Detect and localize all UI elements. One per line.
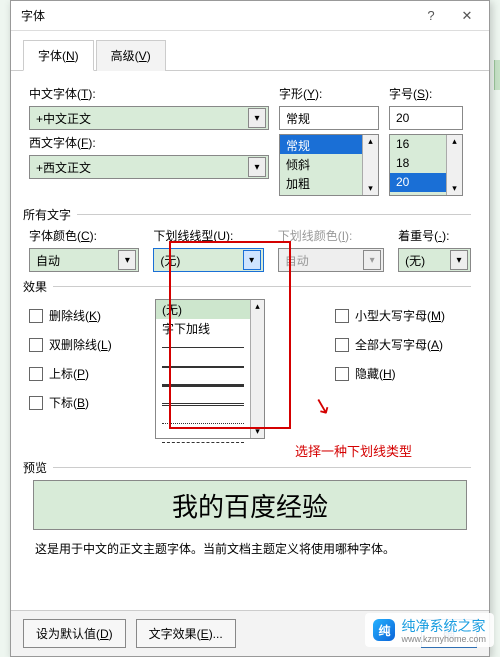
font-size-value: 20 xyxy=(396,111,409,125)
chevron-down-icon: ▾ xyxy=(118,250,136,270)
font-size-input[interactable]: 20 xyxy=(389,106,463,130)
font-color-combo[interactable]: 自动 ▾ xyxy=(29,248,139,272)
list-item[interactable] xyxy=(156,376,264,395)
strike-checkbox[interactable]: 删除线(K) xyxy=(29,307,155,324)
scrollbar[interactable]: ▴▾ xyxy=(446,135,462,195)
dialog-title: 字体 xyxy=(21,7,45,24)
western-font-combo[interactable]: +西文正文 ▾ xyxy=(29,155,269,179)
list-item[interactable]: (无) xyxy=(156,300,264,319)
preview-section-label: 预览 xyxy=(23,459,47,476)
smallcaps-checkbox[interactable]: 小型大写字母(M) xyxy=(335,307,445,324)
list-item[interactable] xyxy=(156,338,264,357)
western-font-label: 西文字体(F): xyxy=(29,134,269,151)
tab-strip: 字体(N) 高级(V) xyxy=(11,31,489,71)
hidden-checkbox[interactable]: 隐藏(H) xyxy=(335,365,445,382)
list-item[interactable] xyxy=(156,414,264,433)
chevron-down-icon: ▾ xyxy=(450,250,468,270)
dialog-content: 中文字体(T): +中文正文 ▾ 字形(Y): 常规 字号(S): xyxy=(11,71,489,575)
annotation-text: 选择一种下划线类型 xyxy=(295,441,412,460)
underline-style-dropdown[interactable]: (无) 字下加线 ▴▾ xyxy=(155,299,265,439)
checkbox-box xyxy=(29,396,43,410)
all-text-section-label: 所有文字 xyxy=(23,206,71,223)
titlebar: 字体 ? ✕ xyxy=(11,1,489,31)
close-button[interactable]: ✕ xyxy=(449,4,485,28)
underline-style-combo[interactable]: (无) ▾ xyxy=(153,248,263,272)
double-strike-checkbox[interactable]: 双删除线(L) xyxy=(29,336,155,353)
checkbox-box xyxy=(29,338,43,352)
font-style-value: 常规 xyxy=(286,110,310,127)
tab-advanced[interactable]: 高级(V) xyxy=(96,40,166,71)
font-dialog: 字体 ? ✕ 字体(N) 高级(V) 中文字体(T): +中文正文 ▾ xyxy=(10,0,490,657)
font-style-input[interactable]: 常规 xyxy=(279,106,379,130)
chinese-font-label: 中文字体(T): xyxy=(29,85,269,102)
chevron-down-icon: ▾ xyxy=(363,250,381,270)
divider xyxy=(53,286,471,287)
checkbox-box xyxy=(29,367,43,381)
font-size-list[interactable]: 16 18 20 ▴▾ xyxy=(389,134,463,196)
checkbox-box xyxy=(335,338,349,352)
western-font-value: +西文正文 xyxy=(36,159,91,176)
list-item[interactable] xyxy=(156,395,264,414)
emphasis-combo[interactable]: (无) ▾ xyxy=(398,248,471,272)
chevron-down-icon: ▾ xyxy=(248,157,266,177)
allcaps-checkbox[interactable]: 全部大写字母(A) xyxy=(335,336,445,353)
effects-section-label: 效果 xyxy=(23,278,47,295)
scrollbar[interactable]: ▴▾ xyxy=(250,300,264,438)
list-item[interactable] xyxy=(156,433,264,452)
background-fragment xyxy=(494,60,500,90)
list-item[interactable] xyxy=(156,357,264,376)
text-effects-button[interactable]: 文字效果(E)... xyxy=(136,619,236,648)
checkbox-box xyxy=(335,367,349,381)
divider xyxy=(77,214,471,215)
checkbox-box xyxy=(29,309,43,323)
superscript-checkbox[interactable]: 上标(P) xyxy=(29,365,155,382)
font-style-label: 字形(Y): xyxy=(279,85,379,102)
chinese-font-value: +中文正文 xyxy=(36,110,91,127)
tab-font[interactable]: 字体(N) xyxy=(23,40,94,71)
subscript-checkbox[interactable]: 下标(B) xyxy=(29,394,155,411)
font-size-label: 字号(S): xyxy=(389,85,463,102)
preview-note: 这是用于中文的正文主题字体。当前文档主题定义将使用哪种字体。 xyxy=(29,538,471,567)
watermark-logo-icon: 纯 xyxy=(373,619,395,641)
set-default-button[interactable]: 设为默认值(D) xyxy=(23,619,126,648)
preview-box: 我的百度经验 xyxy=(33,480,467,530)
chevron-down-icon: ▾ xyxy=(248,108,266,128)
chinese-font-combo[interactable]: +中文正文 ▾ xyxy=(29,106,269,130)
preview-text: 我的百度经验 xyxy=(172,487,328,524)
help-button[interactable]: ? xyxy=(413,4,449,28)
watermark: 纯 纯净系统之家 www.kzmyhome.com xyxy=(365,613,494,647)
underline-style-label: 下划线线型(U): xyxy=(153,227,263,244)
underline-color-label: 下划线颜色(I): xyxy=(278,227,384,244)
underline-color-combo: 自动 ▾ xyxy=(278,248,384,272)
font-style-list[interactable]: 常规 倾斜 加粗 ▴▾ xyxy=(279,134,379,196)
divider xyxy=(53,467,471,468)
scrollbar[interactable]: ▴▾ xyxy=(362,135,378,195)
font-color-label: 字体颜色(C): xyxy=(29,227,139,244)
watermark-url: www.kzmyhome.com xyxy=(401,634,486,644)
chevron-down-icon: ▾ xyxy=(243,250,261,270)
checkbox-box xyxy=(335,309,349,323)
emphasis-label: 着重号(·): xyxy=(398,227,471,244)
watermark-brand: 纯净系统之家 xyxy=(401,618,485,634)
list-item[interactable]: 字下加线 xyxy=(156,319,264,338)
window-controls: ? ✕ xyxy=(413,4,485,28)
